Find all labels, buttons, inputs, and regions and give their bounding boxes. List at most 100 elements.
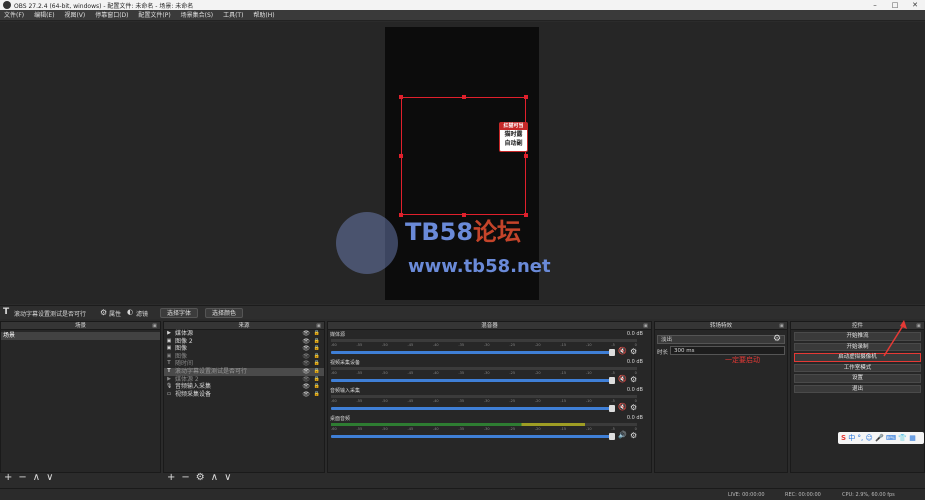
ime-mode[interactable]: 中 [848, 434, 855, 442]
resize-handle[interactable] [399, 95, 403, 99]
resize-handle[interactable] [524, 213, 528, 217]
selected-source-bounding-box[interactable] [399, 95, 528, 217]
volume-slider-handle[interactable] [609, 377, 615, 384]
source-item[interactable]: ▭ 视频采集设备 👁 🔒 [164, 391, 324, 399]
muted-speaker-icon[interactable]: 🔇 [618, 347, 627, 355]
menu-docks[interactable]: 停靠窗口(D) [91, 10, 132, 21]
volume-slider-handle[interactable] [609, 405, 615, 412]
gear-icon[interactable]: ⚙ [630, 375, 637, 384]
ime-skin-icon[interactable]: 👕 [898, 434, 907, 442]
filters-button[interactable]: 滤镜 [136, 309, 148, 318]
source-item-selected[interactable]: T 滚动字幕设置测试是否可行 👁 🔒 [164, 367, 324, 376]
gear-icon[interactable]: ⚙ [630, 403, 637, 412]
menu-file[interactable]: 文件(F) [0, 10, 28, 21]
volume-slider[interactable] [331, 407, 613, 410]
volume-slider-handle[interactable] [609, 349, 615, 356]
menu-edit[interactable]: 编辑(E) [30, 10, 58, 21]
volume-meter [331, 423, 637, 426]
remove-icon[interactable]: − [181, 472, 189, 483]
source-item[interactable]: ▣ 图像 👁 🔒 [164, 345, 324, 353]
maximize-icon[interactable]: □ [888, 0, 902, 10]
lock-icon[interactable]: 🔒 [314, 345, 320, 353]
meter-tick: -20 [534, 371, 541, 375]
float-icon[interactable]: ▣ [916, 322, 921, 330]
menu-help[interactable]: 帮助(H) [249, 10, 278, 21]
select-color-button[interactable]: 选择颜色 [205, 308, 244, 318]
transition-type-select[interactable]: 淡出 [657, 335, 785, 344]
menu-view[interactable]: 视图(V) [60, 10, 89, 21]
remove-icon[interactable]: − [18, 472, 26, 483]
select-font-button[interactable]: 选择字体 [160, 308, 199, 318]
visibility-eye-icon[interactable]: 👁 [302, 345, 310, 353]
ad-line: 猫时露 [504, 131, 523, 138]
filter-icon[interactable]: ◐ [127, 308, 133, 316]
meter-scale: -60 -55 -50 -45 -40 -35 -30 -25 -20 -15 -10 -5 0 [331, 343, 637, 347]
exit-button[interactable]: 退出 [794, 384, 921, 393]
visibility-eye-icon[interactable]: 👁 [302, 360, 310, 368]
move-down-icon[interactable]: ∨ [224, 472, 231, 483]
sogou-icon[interactable]: S [841, 434, 846, 442]
gear-icon[interactable]: ⚙ [100, 308, 107, 317]
source-item[interactable]: ▶ 媒体源 👁 🔒 [164, 330, 324, 338]
gear-icon[interactable]: ⚙ [196, 472, 205, 483]
menu-profile[interactable]: 配置文件(P) [134, 10, 174, 21]
move-up-icon[interactable]: ∧ [33, 472, 40, 483]
visibility-eye-icon[interactable]: 👁 [302, 376, 310, 384]
visibility-eye-icon[interactable]: 👁 [302, 338, 310, 346]
volume-slider[interactable] [331, 435, 613, 438]
ime-punct-icon[interactable]: °, [858, 434, 864, 442]
menu-scene-collection[interactable]: 场景集合(S) [177, 10, 218, 21]
settings-button[interactable]: 设置 [794, 374, 921, 383]
float-icon[interactable]: ▣ [152, 322, 157, 330]
dock-title: 转场特效 [709, 323, 732, 329]
visibility-eye-icon[interactable]: 👁 [302, 368, 310, 376]
source-item[interactable]: ▣ 图像 2 👁 🔒 [164, 338, 324, 346]
ime-voice-icon[interactable]: 🎤 [875, 434, 884, 442]
duration-input[interactable]: 300 ms [670, 346, 785, 355]
channel-name: 桌面音频 [330, 416, 351, 422]
resize-handle[interactable] [399, 213, 403, 217]
speaker-icon[interactable]: 🔊 [618, 431, 627, 439]
muted-speaker-icon[interactable]: 🔇 [618, 375, 627, 383]
resize-handle[interactable] [524, 154, 528, 158]
ime-emoji-icon[interactable]: ☺ [865, 434, 872, 442]
ime-toolbox-icon[interactable]: ▦ [909, 434, 916, 442]
meter-tick: -5 [611, 399, 615, 403]
lock-icon[interactable]: 🔒 [314, 391, 320, 399]
gear-icon[interactable]: ⚙ [630, 431, 637, 440]
gear-icon[interactable]: ⚙ [773, 334, 781, 344]
add-icon[interactable]: + [4, 472, 12, 483]
gear-icon[interactable]: ⚙ [630, 347, 637, 356]
move-down-icon[interactable]: ∨ [46, 472, 53, 483]
muted-speaker-icon[interactable]: 🔇 [618, 403, 627, 411]
lock-icon[interactable]: 🔒 [314, 360, 320, 368]
volume-slider[interactable] [331, 379, 613, 382]
visibility-eye-icon[interactable]: 👁 [302, 391, 310, 399]
float-icon[interactable]: ▣ [316, 322, 321, 330]
studio-mode-button[interactable]: 工作室模式 [794, 363, 921, 372]
ime-keyboard-icon[interactable]: ⌨ [886, 434, 896, 442]
close-icon[interactable]: ✕ [908, 0, 922, 10]
minimize-icon[interactable]: – [868, 0, 882, 10]
float-icon[interactable]: ▣ [779, 322, 784, 330]
scene-item[interactable]: 场景 [1, 332, 160, 340]
resize-handle[interactable] [524, 95, 528, 99]
float-icon[interactable]: ▣ [643, 322, 648, 330]
source-item[interactable]: T 随时间 👁 🔒 [164, 360, 324, 368]
visibility-eye-icon[interactable]: 👁 [302, 383, 310, 391]
volume-slider-handle[interactable] [609, 433, 615, 440]
resize-handle[interactable] [399, 154, 403, 158]
lock-icon[interactable]: 🔒 [314, 330, 320, 338]
source-item[interactable]: 🎙 音频输入采集 👁 🔒 [164, 383, 324, 391]
move-up-icon[interactable]: ∧ [211, 472, 218, 483]
resize-handle[interactable] [462, 95, 466, 99]
volume-slider[interactable] [331, 351, 613, 354]
properties-button[interactable]: 属性 [109, 309, 121, 318]
ime-toolbar[interactable]: S 中 °, ☺ 🎤 ⌨ 👕 ▦ [838, 432, 924, 444]
menu-tools[interactable]: 工具(T) [219, 10, 247, 21]
visibility-eye-icon[interactable]: 👁 [302, 330, 310, 338]
lock-icon[interactable]: 🔒 [314, 368, 320, 376]
lock-icon[interactable]: 🔒 [314, 383, 320, 391]
add-icon[interactable]: + [167, 472, 175, 483]
visibility-eye-icon[interactable]: 👁 [302, 353, 310, 361]
